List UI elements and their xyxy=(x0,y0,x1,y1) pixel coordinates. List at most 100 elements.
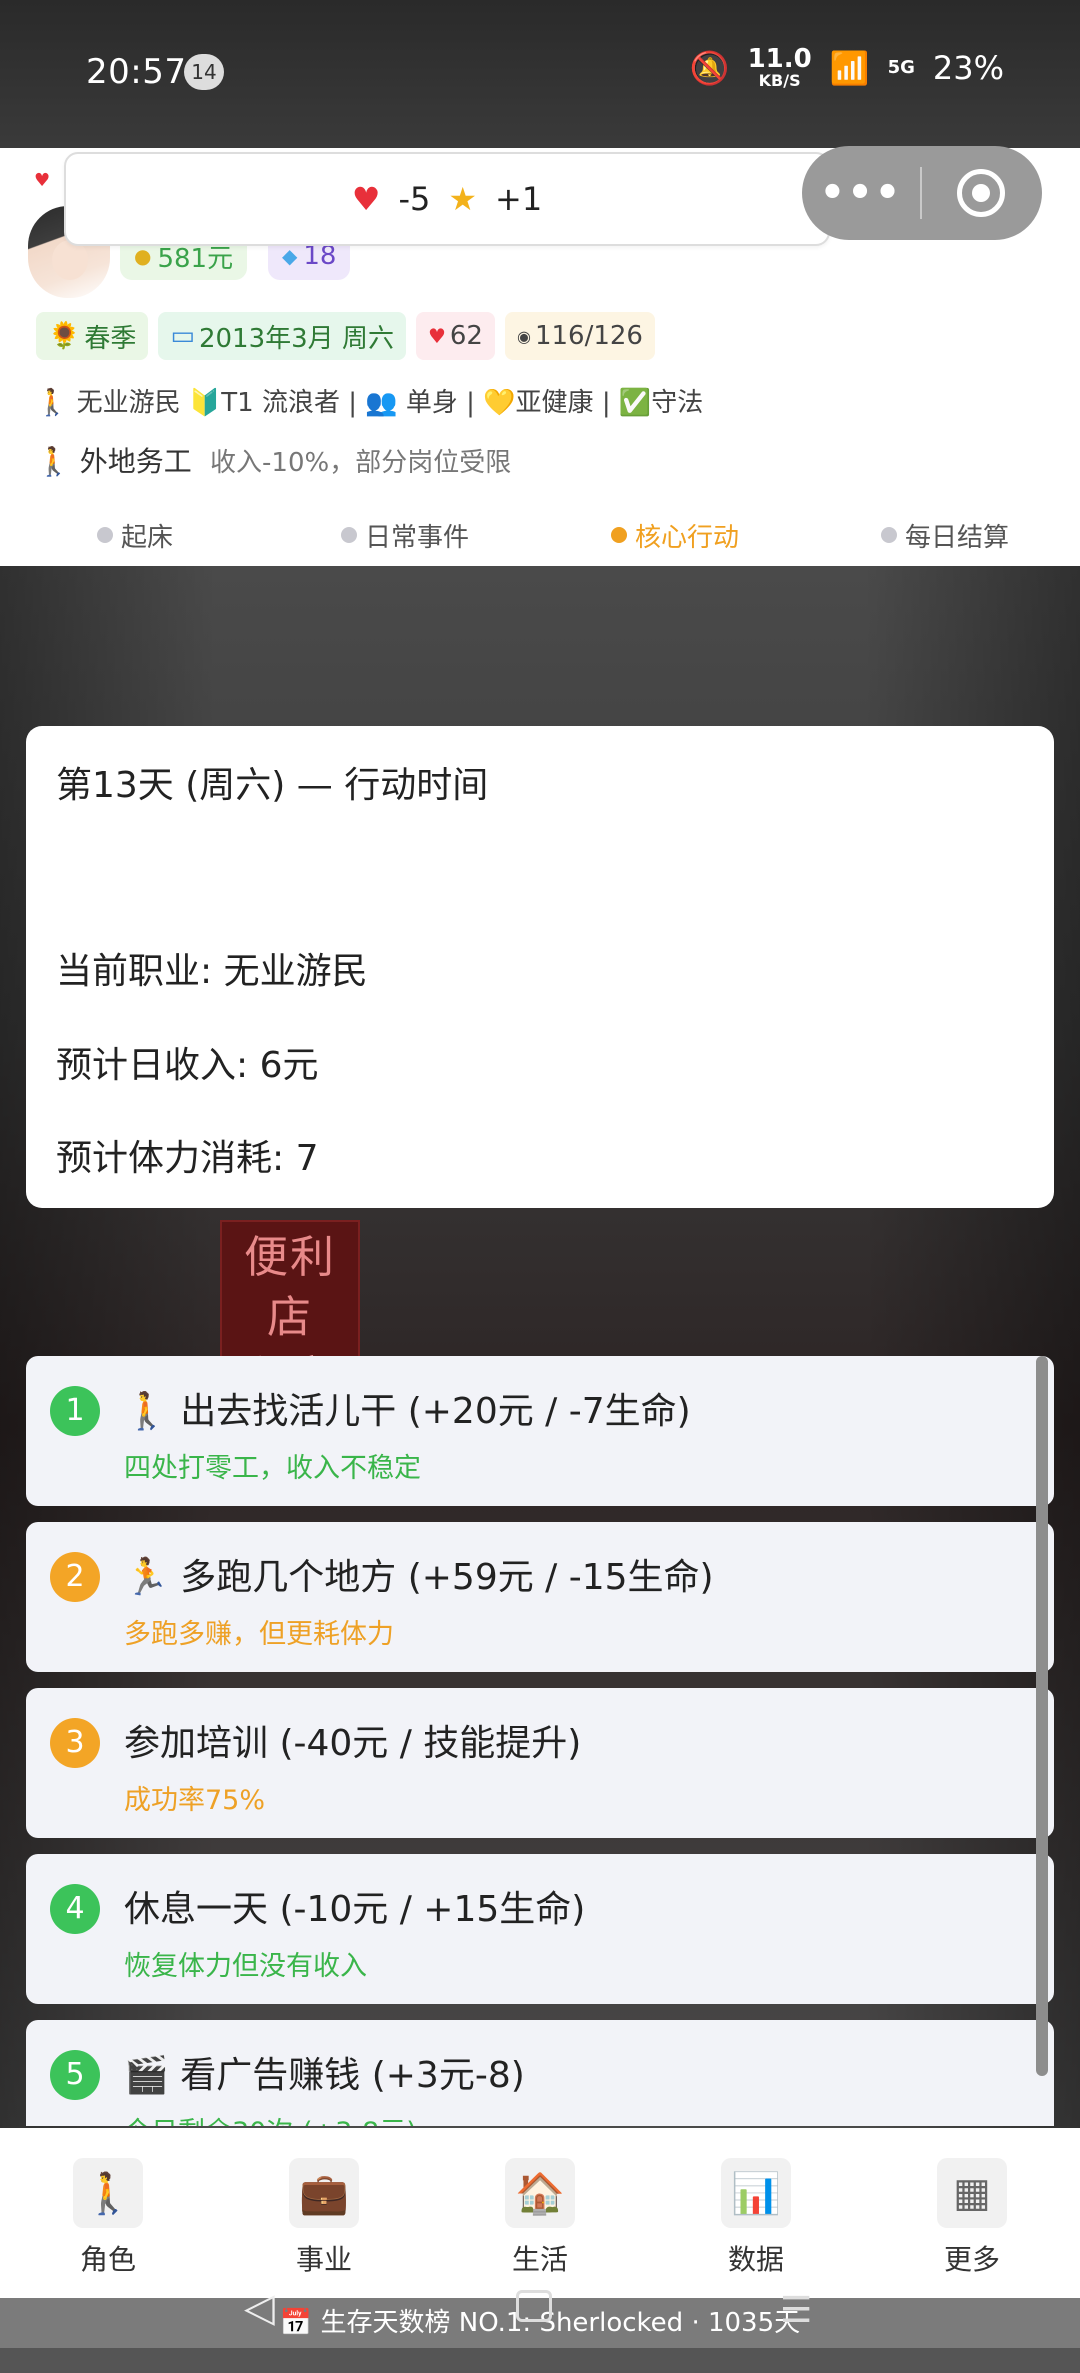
calculator-grid-icon: ▦ xyxy=(937,2158,1007,2228)
tab-label-career[interactable]: 事业 xyxy=(216,2238,432,2278)
day-title: 第13天 (周六) — 行动时间 xyxy=(56,765,489,806)
briefcase-icon: 💼 xyxy=(289,2158,359,2228)
day-phase-steps: 起床 日常事件 核心行动 每日结算 xyxy=(0,510,1080,560)
action-find-work[interactable]: 1 🚶 出去找活儿干 (+20元 / -7生命) 四处打零工，收入不稳定 xyxy=(26,1356,1054,1506)
work-modifier-desc: 收入-10%，部分岗位受限 xyxy=(210,448,512,478)
net-speed: 11.0 KB/S xyxy=(747,44,812,90)
option-title: 参加培训 (-40元 / 技能提升) xyxy=(124,1723,582,1764)
change-toast: ♥ -5 ★ +1 xyxy=(64,152,830,246)
notification-count-badge: 14 xyxy=(184,54,224,90)
option-subtitle: 四处打零工，收入不稳定 xyxy=(124,1453,421,1484)
step-label: 每日结算 xyxy=(904,522,1009,553)
step-dot xyxy=(880,527,897,543)
battery-text: 23% xyxy=(932,48,1004,87)
step-dot xyxy=(96,527,113,543)
hp-tag: ♥ 62 xyxy=(415,312,495,360)
signal-label: 5G xyxy=(887,57,915,78)
recents-nav-icon[interactable]: ☰ xyxy=(780,2290,812,2331)
tab-labels: 角色 事业 生活 数据 更多 xyxy=(0,2238,1080,2278)
option-number: 5 xyxy=(50,2050,100,2100)
clock: 20:57 xyxy=(86,52,187,92)
bar-chart-icon: 📊 xyxy=(721,2158,791,2228)
step-label: 日常事件 xyxy=(364,522,469,553)
tab-more[interactable]: ▦ xyxy=(864,2128,1080,2238)
option-subtitle: 成功率75% xyxy=(124,1785,266,1816)
coin-icon: ● xyxy=(134,244,152,268)
action-rest[interactable]: 4 休息一天 (-10元 / +15生命) 恢复体力但没有收入 xyxy=(26,1854,1054,2004)
option-subtitle: 今日剩余30次 (+3-8元) xyxy=(124,2110,417,2126)
calendar-icon: ▭ xyxy=(170,321,195,351)
season-tag: 🌻 春季 xyxy=(36,312,149,360)
step-core-action: 核心行动 xyxy=(540,510,810,560)
option-number: 3 xyxy=(50,1718,100,1768)
work-modifier-title: 🚶 外地务工 xyxy=(36,445,192,478)
wifi-icon: 📶 xyxy=(829,48,870,87)
day-info-card: 第13天 (周六) — 行动时间 当前职业: 无业游民 预计日收入: 6元 预计… xyxy=(26,726,1054,1208)
expected-stamina: 预计体力消耗: 7 xyxy=(56,1138,319,1179)
option-subtitle: 多跑多赚，但更耗体力 xyxy=(124,1619,394,1650)
action-watch-ads[interactable]: 5 🎬 看广告赚钱 (+3元-8) 今日剩余30次 (+3-8元) xyxy=(26,2020,1054,2126)
star-icon: ★ xyxy=(448,180,478,218)
season-label: 春季 xyxy=(84,323,137,354)
action-training[interactable]: 3 参加培训 (-40元 / 技能提升) 成功率75% xyxy=(26,1688,1054,1838)
system-nav-bar xyxy=(0,2348,1080,2373)
back-nav-icon[interactable]: ◁ xyxy=(244,2285,275,2331)
action-run-more[interactable]: 2 🏃 多跑几个地方 (+59元 / -15生命) 多跑多赚，但更耗体力 xyxy=(26,1522,1054,1672)
tab-life[interactable]: 🏠 xyxy=(432,2128,648,2238)
step-wakeup: 起床 xyxy=(0,510,270,560)
close-miniprogram-button[interactable] xyxy=(922,169,1040,217)
status-summary: 🚶 无业游民 🔰T1 流浪者 | 👥 单身 | 💛亚健康 | ✅守法 xyxy=(36,388,704,418)
step-dot xyxy=(340,527,357,543)
step-dot xyxy=(610,527,627,543)
action-list-scrollbar[interactable] xyxy=(1036,1356,1048,2076)
sunflower-icon: 🌻 xyxy=(48,321,81,351)
option-subtitle: 恢复体力但没有收入 xyxy=(124,1951,367,1982)
step-label: 起床 xyxy=(120,522,173,553)
tab-label-more[interactable]: 更多 xyxy=(864,2238,1080,2278)
tab-career[interactable]: 💼 xyxy=(216,2128,432,2238)
home-nav-icon[interactable] xyxy=(516,2290,552,2322)
tab-label-data[interactable]: 数据 xyxy=(648,2238,864,2278)
more-menu-button[interactable]: ••• xyxy=(802,170,920,216)
tag-row: 🌻 春季 ▭ 2013年3月 周六 ♥ 62 ◉ 116/126 xyxy=(36,312,655,360)
option-title: 休息一天 (-10元 / +15生命) xyxy=(124,1889,586,1930)
target-icon xyxy=(957,169,1005,217)
date-tag: ▭ 2013年3月 周六 xyxy=(158,312,406,360)
option-number: 2 xyxy=(50,1552,100,1602)
diamond-icon: ◆ xyxy=(282,244,298,268)
action-list[interactable]: 1 🚶 出去找活儿干 (+20元 / -7生命) 四处打零工，收入不稳定 2 🏃… xyxy=(26,1356,1054,2126)
option-title: 🎬 看广告赚钱 (+3元-8) xyxy=(124,2055,525,2096)
system-status-bar: 20:57 14 🔕 11.0 KB/S 📶 5G 23% xyxy=(0,0,1080,148)
option-number: 1 xyxy=(50,1386,100,1436)
tab-data[interactable]: 📊 xyxy=(648,2128,864,2238)
energy-value: 116/126 xyxy=(534,321,643,351)
date-label: 2013年3月 周六 xyxy=(198,323,394,354)
tab-character[interactable]: 🚶 xyxy=(0,2128,216,2238)
heart-icon: ♥ xyxy=(351,180,381,218)
option-title: 🚶 出去找活儿干 (+20元 / -7生命) xyxy=(124,1391,691,1432)
energy-tag: ◉ 116/126 xyxy=(504,312,655,360)
energy-icon: ◉ xyxy=(516,326,531,346)
hp-value: 62 xyxy=(449,321,483,351)
step-daily-event: 日常事件 xyxy=(270,510,540,560)
hp-change: -5 xyxy=(398,180,431,218)
heart-icon: ♥ xyxy=(427,324,446,348)
house-icon: 🏠 xyxy=(505,2158,575,2228)
status-icons: 🔕 11.0 KB/S 📶 5G 23% xyxy=(690,46,1004,89)
miniprogram-capsule: ••• xyxy=(802,146,1042,240)
step-label: 核心行动 xyxy=(634,522,739,553)
work-modifier: 🚶 外地务工 收入-10%，部分岗位受限 xyxy=(36,440,511,480)
option-number: 4 xyxy=(50,1884,100,1934)
option-title: 🏃 多跑几个地方 (+59元 / -15生命) xyxy=(124,1557,714,1598)
star-change: +1 xyxy=(495,180,543,218)
tab-label-character[interactable]: 角色 xyxy=(0,2238,216,2278)
bottom-tab-bar: 🚶 💼 🏠 📊 ▦ xyxy=(0,2128,1080,2238)
tab-label-life[interactable]: 生活 xyxy=(432,2238,648,2278)
heart-icon: ♥ xyxy=(34,170,51,191)
current-job: 当前职业: 无业游民 xyxy=(56,951,368,992)
step-daily-settlement: 每日结算 xyxy=(810,510,1080,560)
sign-line1: 便利店 xyxy=(244,1232,336,1343)
walking-person-icon: 🚶 xyxy=(73,2158,143,2228)
expected-income: 预计日收入: 6元 xyxy=(56,1045,319,1086)
mute-icon: 🔕 xyxy=(689,48,730,87)
